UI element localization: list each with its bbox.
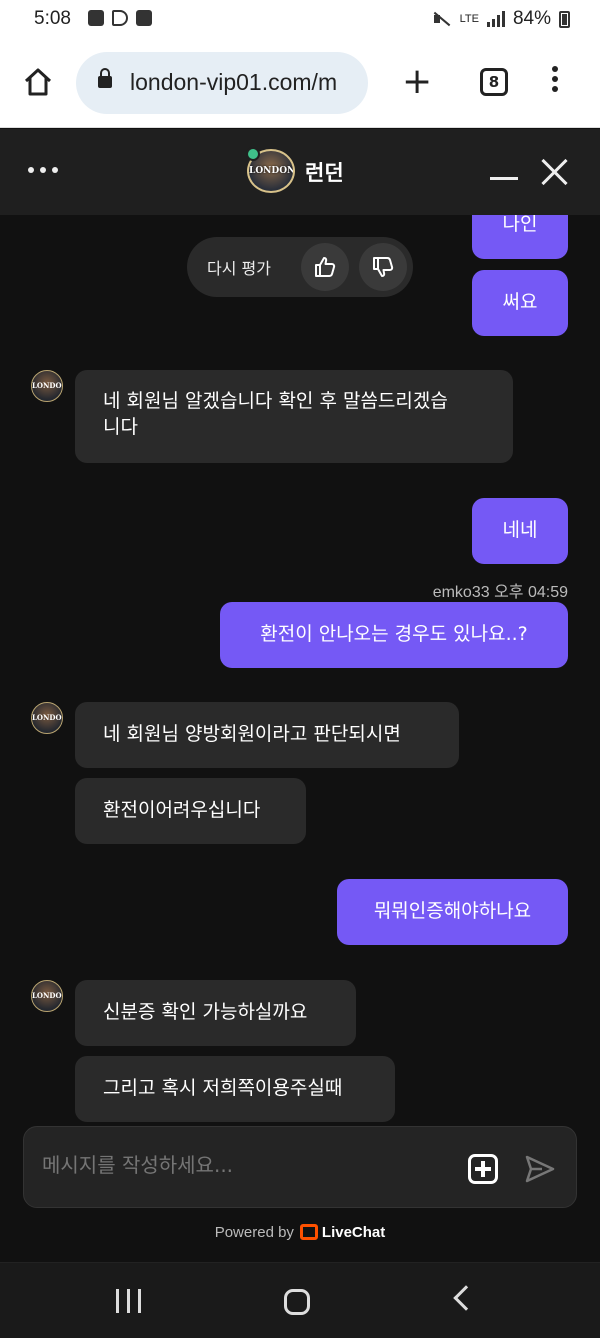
new-tab-button[interactable]: + <box>402 64 432 100</box>
thumbs-up-icon <box>315 257 336 277</box>
thumbs-up-button[interactable] <box>301 243 349 291</box>
thumbs-down-button[interactable] <box>359 243 407 291</box>
more-vertical-icon[interactable] <box>551 66 559 96</box>
system-status: LTE 84% <box>432 8 570 30</box>
home-nav-icon[interactable] <box>284 1289 310 1315</box>
avatar-logo-text: LONDON <box>32 991 62 1000</box>
message-bubble-sent: 뭐뭐인증해야하나요 <box>337 879 568 945</box>
livechat-logo-icon <box>299 1224 318 1240</box>
browser-toolbar: london-vip01.com/m + 8 <box>0 40 600 128</box>
signal-icon <box>486 11 505 27</box>
play-store-icon <box>112 10 128 26</box>
battery-icon <box>559 10 570 28</box>
chat-menu-button[interactable] <box>28 167 58 173</box>
avatar-logo-text: LONDON <box>32 713 62 722</box>
attach-plus-icon[interactable] <box>468 1154 498 1184</box>
send-icon[interactable] <box>524 1153 556 1185</box>
lock-icon <box>98 68 112 88</box>
close-button[interactable] <box>540 157 570 187</box>
avatar-logo-text: LONDON <box>32 381 62 390</box>
minimize-button[interactable] <box>490 177 518 180</box>
message-bubble-received: 네 회원님 알겠습니다 확인 후 말씀드리겠습 니다 <box>75 370 513 463</box>
message-composer <box>23 1126 577 1208</box>
status-time: 5:08 <box>34 8 71 29</box>
thumbs-down-icon <box>373 257 394 277</box>
message-bubble-received: 환전이어려우십니다 <box>75 778 306 844</box>
avatar-logo-text: LONDON <box>249 166 295 176</box>
message-bubble-sent: 써요 <box>472 270 568 336</box>
message-meta: emko33 오후 04:59 <box>432 584 568 601</box>
chat-header: LONDON 런던 <box>0 129 600 215</box>
battery-percent: 84% <box>512 8 551 29</box>
recents-icon[interactable] <box>116 1289 141 1313</box>
message-input[interactable] <box>42 1153 442 1177</box>
livechat-brand: LiveChat <box>321 1224 386 1241</box>
notification-icons <box>88 10 152 26</box>
message-bubble-received: 신분증 확인 가능하실까요 <box>75 980 356 1046</box>
gallery-icon <box>88 10 104 26</box>
powered-by-label: Powered by <box>214 1224 294 1241</box>
agent-avatar: LONDON <box>31 980 63 1012</box>
powered-by-footer[interactable]: Powered by LiveChat <box>0 1224 600 1241</box>
chat-title: 런던 <box>305 161 344 185</box>
back-icon[interactable] <box>453 1285 479 1311</box>
status-bar: 5:08 LTE 84% <box>0 0 600 40</box>
message-bubble-received: 그리고 혹시 저희쪽이용주실때 <box>75 1056 395 1122</box>
app-notification-icon <box>136 10 152 26</box>
online-status-dot <box>246 147 260 161</box>
tabs-count-button[interactable]: 8 <box>480 68 508 96</box>
message-bubble-sent: 나인 <box>472 215 568 259</box>
rating-label: 다시 평가 <box>207 259 271 278</box>
message-bubble-sent: 환전이 안나오는 경우도 있나요..? <box>220 602 568 668</box>
agent-avatar: LONDON <box>31 370 63 402</box>
url-text: london-vip01.com/m <box>130 69 338 95</box>
system-nav-bar <box>0 1262 600 1338</box>
message-list[interactable]: 나인 다시 평가 써요 LONDON 네 회원님 알겠습니다 확인 후 말씀드리… <box>0 215 600 1125</box>
lte-icon: LTE <box>459 13 479 25</box>
address-bar[interactable]: london-vip01.com/m <box>76 52 368 114</box>
agent-avatar: LONDON <box>31 702 63 734</box>
message-bubble-sent: 네네 <box>472 498 568 564</box>
rating-prompt: 다시 평가 <box>187 237 413 297</box>
home-icon[interactable] <box>22 66 54 98</box>
mute-icon <box>432 11 452 27</box>
message-bubble-received: 네 회원님 양방회원이라고 판단되시면 <box>75 702 459 768</box>
